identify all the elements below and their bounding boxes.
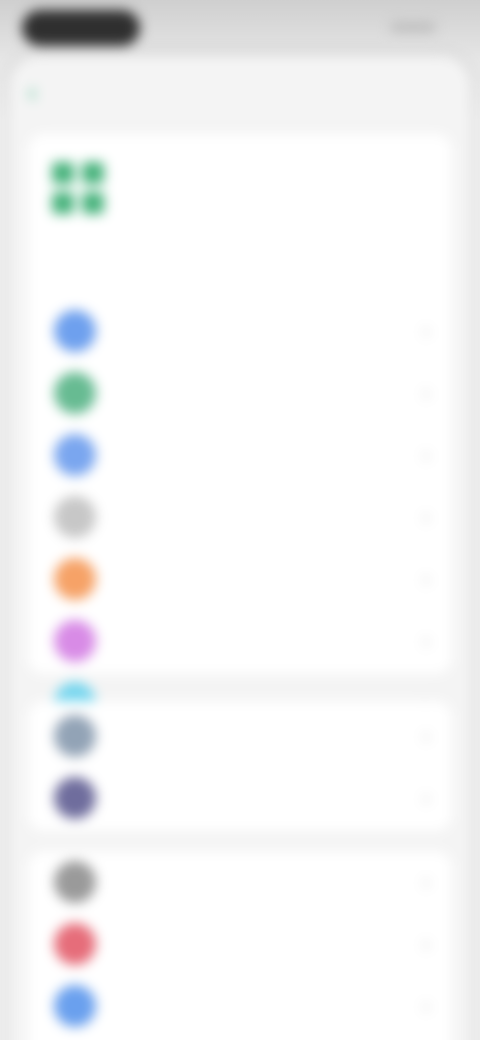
chevron-right-icon: › (422, 566, 430, 591)
chevron-right-icon: › (422, 785, 430, 810)
settings-row[interactable]: › (28, 705, 452, 767)
settings-row[interactable]: › (28, 975, 452, 1037)
chevron-right-icon: › (422, 442, 430, 467)
indigo-circle-icon (54, 777, 96, 819)
status-indicator (390, 22, 436, 32)
chevron-right-icon: › (422, 318, 430, 343)
purple-circle-icon (54, 620, 96, 662)
chevron-right-icon: › (422, 869, 430, 894)
gray-circle-icon (54, 496, 96, 538)
grid-cell (52, 162, 74, 184)
chevron-left-icon: ‹ (28, 76, 37, 107)
settings-sheet: ‹ › › › › › › › › › › › (10, 56, 470, 1040)
chevron-right-icon: › (422, 993, 430, 1018)
feature-row[interactable] (28, 134, 452, 242)
settings-row[interactable]: › (28, 362, 452, 424)
gray-circle-icon (54, 861, 96, 903)
settings-row[interactable]: › (28, 424, 452, 486)
settings-row[interactable]: › (28, 610, 452, 672)
chevron-right-icon: › (422, 380, 430, 405)
settings-group-3: › › › (28, 851, 452, 1040)
chevron-right-icon: › (422, 723, 430, 748)
green-circle-icon (54, 372, 96, 414)
back-button[interactable]: ‹ (28, 76, 86, 107)
blurred-screen: ‹ › › › › › › › › › › › (0, 0, 480, 1040)
settings-row[interactable]: › (28, 767, 452, 829)
settings-group-1: › › › › › › (28, 134, 452, 724)
blue-circle-icon (54, 985, 96, 1027)
chevron-right-icon: › (422, 504, 430, 529)
grid-cell (82, 192, 104, 214)
slate-circle-icon (54, 715, 96, 757)
red-circle-icon (54, 923, 96, 965)
chevron-right-icon: › (422, 931, 430, 956)
status-bar (0, 0, 480, 50)
grid-cell (82, 162, 104, 184)
settings-row[interactable]: › (28, 913, 452, 975)
blue-circle-icon (54, 310, 96, 352)
orange-circle-icon (54, 558, 96, 600)
device-screen: ‹ › › › › › › › › › › › (0, 0, 480, 1040)
navigation-bar: ‹ (10, 56, 470, 126)
settings-row[interactable]: › (28, 486, 452, 548)
chevron-right-icon: › (422, 628, 430, 653)
settings-row[interactable]: › (28, 548, 452, 610)
apps-grid-icon (52, 162, 104, 214)
status-pill (22, 10, 140, 46)
settings-row[interactable]: › (28, 300, 452, 362)
blue-circle-icon (54, 434, 96, 476)
settings-row[interactable]: › (28, 851, 452, 913)
grid-cell (52, 192, 74, 214)
settings-group-2: › › (28, 701, 452, 831)
